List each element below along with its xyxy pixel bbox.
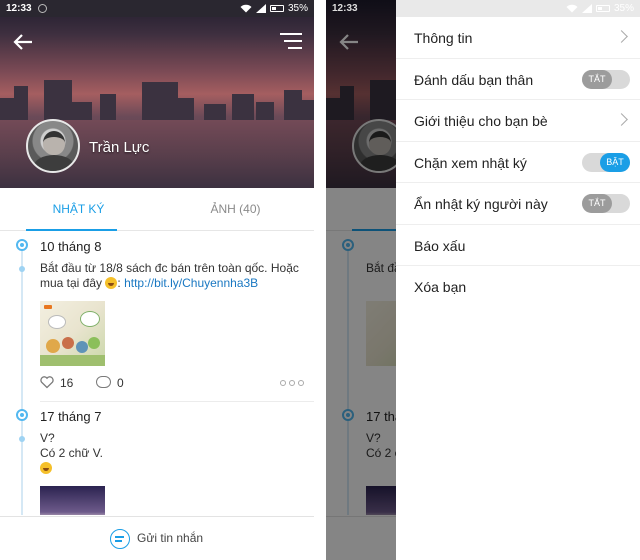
timeline-line xyxy=(21,239,23,515)
chevron-right-icon xyxy=(615,30,628,43)
menu-label: Chặn xem nhật ký xyxy=(414,154,527,171)
smile-emoji-icon xyxy=(105,277,118,289)
comment-icon[interactable] xyxy=(96,376,111,388)
toggle-state: TẮT xyxy=(582,194,612,213)
menu-item-hide-diary: Ẩn nhật ký người này TẮT xyxy=(396,183,640,225)
more-icon[interactable] xyxy=(280,380,304,386)
drawer-status-strip xyxy=(396,0,640,17)
comment-count: 0 xyxy=(117,376,124,390)
hide-diary-toggle[interactable]: TẮT xyxy=(582,194,630,213)
post-text: V? Có 2 chữ V. xyxy=(40,431,308,476)
post-text: Bắt đầu từ 18/8 sách đc bán trên toàn qố… xyxy=(40,261,299,290)
menu-label: Xóa bạn xyxy=(414,279,467,295)
send-message-button[interactable]: Gửi tin nhắn xyxy=(137,531,203,545)
toggle-state: TẮT xyxy=(582,69,612,89)
post-divider xyxy=(40,401,314,402)
menu-label: Báo xấu xyxy=(414,237,466,254)
like-count: 16 xyxy=(60,376,74,390)
menu-label: Ẩn nhật ký người này xyxy=(414,196,548,212)
status-bar: 12:33 35% xyxy=(0,0,314,17)
menu-icon[interactable] xyxy=(280,33,302,49)
tab-photos[interactable]: ẢNH (40) xyxy=(157,188,314,230)
battery-percent: 35% xyxy=(287,3,308,14)
menu-item-report[interactable]: Báo xấu xyxy=(396,225,640,266)
smile-emoji-icon xyxy=(40,462,52,474)
post-image[interactable] xyxy=(40,301,105,366)
signal-icon xyxy=(255,4,266,13)
timeline-dot-small xyxy=(19,266,25,272)
notification-icon xyxy=(37,4,47,13)
back-arrow-icon[interactable] xyxy=(12,31,36,55)
menu-item-block-diary: Chặn xem nhật ký BẬT xyxy=(396,142,640,183)
profile-screen-with-menu: NHẬT KÝ Bắt đầu từ 18/8 sách đc bán trên… xyxy=(326,0,640,560)
post-date: 17 tháng 7 xyxy=(40,409,102,424)
battery-icon xyxy=(269,5,284,12)
menu-label: Thông tin xyxy=(414,30,473,46)
timeline: 10 tháng 8 Bắt đầu từ 18/8 sách đc bán t… xyxy=(0,231,314,515)
post-date: 10 tháng 8 xyxy=(40,239,102,254)
city-skyline xyxy=(0,72,314,124)
status-time: 12:33 xyxy=(6,3,32,14)
screen-gap xyxy=(314,0,326,560)
post-link[interactable]: http://bit.ly/Chuyennha3B xyxy=(124,276,258,290)
avatar[interactable] xyxy=(26,119,80,173)
best-friend-toggle[interactable]: TẮT xyxy=(582,69,630,89)
timeline-dot xyxy=(16,239,28,251)
block-diary-toggle[interactable]: BẬT xyxy=(582,152,630,172)
options-drawer: Thông tin Đánh dấu bạn thân TẮT Giới thi… xyxy=(396,0,640,560)
timeline-dot xyxy=(16,409,28,421)
post-actions: 16 0 xyxy=(40,375,310,393)
menu-item-info[interactable]: Thông tin xyxy=(396,17,640,59)
menu-item-unfriend[interactable]: Xóa bạn xyxy=(396,266,640,308)
chat-icon[interactable] xyxy=(110,529,130,549)
tab-diary[interactable]: NHẬT KÝ xyxy=(0,188,157,231)
profile-tabs: NHẬT KÝ ẢNH (40) xyxy=(0,188,314,231)
menu-label: Giới thiệu cho bạn bè xyxy=(414,113,548,129)
menu-item-best-friend: Đánh dấu bạn thân TẮT xyxy=(396,59,640,100)
toggle-state: BẬT xyxy=(600,152,630,172)
post-image[interactable] xyxy=(40,486,105,515)
heart-icon[interactable] xyxy=(40,375,54,389)
bottom-bar: Gửi tin nhắn xyxy=(0,516,314,560)
profile-screen: 12:33 35% Trần Lực NHẬT KÝ ẢNH (40) 10 t… xyxy=(0,0,314,560)
menu-label: Đánh dấu bạn thân xyxy=(414,71,534,88)
wifi-icon xyxy=(240,4,252,13)
menu-item-introduce[interactable]: Giới thiệu cho bạn bè xyxy=(396,100,640,142)
profile-name: Trần Lực xyxy=(89,139,150,156)
timeline-dot-small xyxy=(19,436,25,442)
chevron-right-icon xyxy=(615,113,628,126)
